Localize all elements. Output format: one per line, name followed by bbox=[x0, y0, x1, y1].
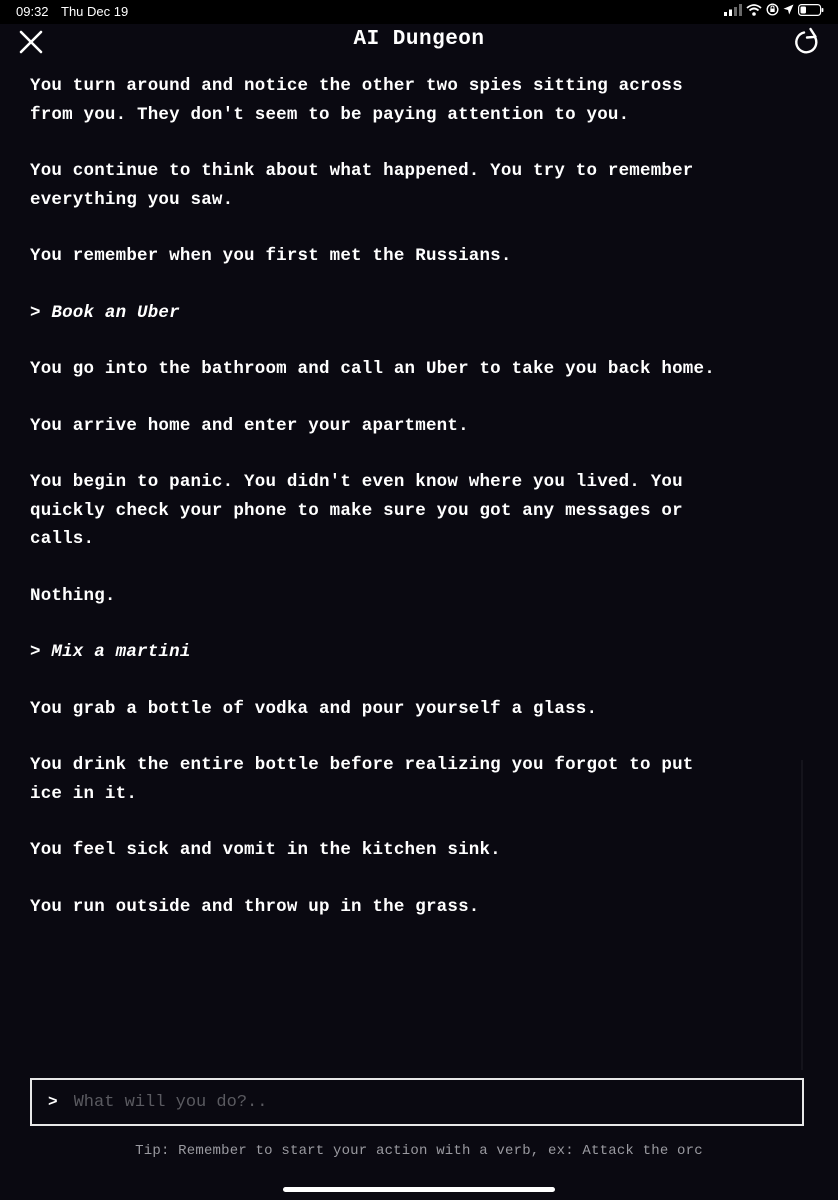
story-entry: You turn around and notice the other two… bbox=[30, 76, 683, 125]
story-entry: You drink the entire bottle before reali… bbox=[30, 755, 694, 804]
app-header: AI Dungeon bbox=[0, 24, 838, 66]
wifi-icon bbox=[746, 3, 762, 16]
prompt-caret: > bbox=[48, 1093, 58, 1111]
scrollbar[interactable] bbox=[801, 760, 803, 1070]
story-entry: You feel sick and vomit in the kitchen s… bbox=[30, 840, 501, 860]
story-entry: You run outside and throw up in the gras… bbox=[30, 896, 480, 917]
player-action: > Book an Uber bbox=[30, 302, 180, 323]
status-bar: 09:32 Thu Dec 19 bbox=[0, 0, 838, 24]
refresh-button[interactable] bbox=[792, 27, 822, 57]
story-entry: You begin to panic. You didn't even know… bbox=[30, 472, 683, 549]
story-entry: You continue to think about what happene… bbox=[30, 161, 694, 210]
status-date: Thu Dec 19 bbox=[61, 4, 129, 19]
refresh-icon bbox=[795, 27, 818, 54]
story-entry: You grab a bottle of vodka and pour your… bbox=[30, 698, 598, 719]
story-entry: You remember when you first met the Russ… bbox=[30, 246, 512, 266]
location-icon bbox=[783, 4, 794, 15]
story-entry: You go into the bathroom and call an Ube… bbox=[30, 359, 715, 379]
home-indicator[interactable] bbox=[283, 1187, 555, 1192]
status-time: 09:32 bbox=[16, 4, 49, 19]
player-action: > Mix a martini bbox=[30, 642, 191, 662]
status-icons bbox=[724, 3, 824, 16]
lock-rotation-icon bbox=[766, 3, 779, 16]
action-input-box[interactable]: > bbox=[30, 1078, 804, 1126]
story-log: You turn around and notice the other two… bbox=[30, 72, 730, 949]
signal-icon bbox=[724, 3, 742, 16]
tip-text: Tip: Remember to start your action with … bbox=[135, 1143, 703, 1159]
battery-icon bbox=[798, 3, 824, 16]
action-input[interactable] bbox=[71, 1083, 802, 1121]
story-entry: Nothing. bbox=[30, 585, 116, 606]
app-title: AI Dungeon bbox=[353, 28, 485, 51]
story-entry: You arrive home and enter your apartment… bbox=[30, 415, 469, 436]
